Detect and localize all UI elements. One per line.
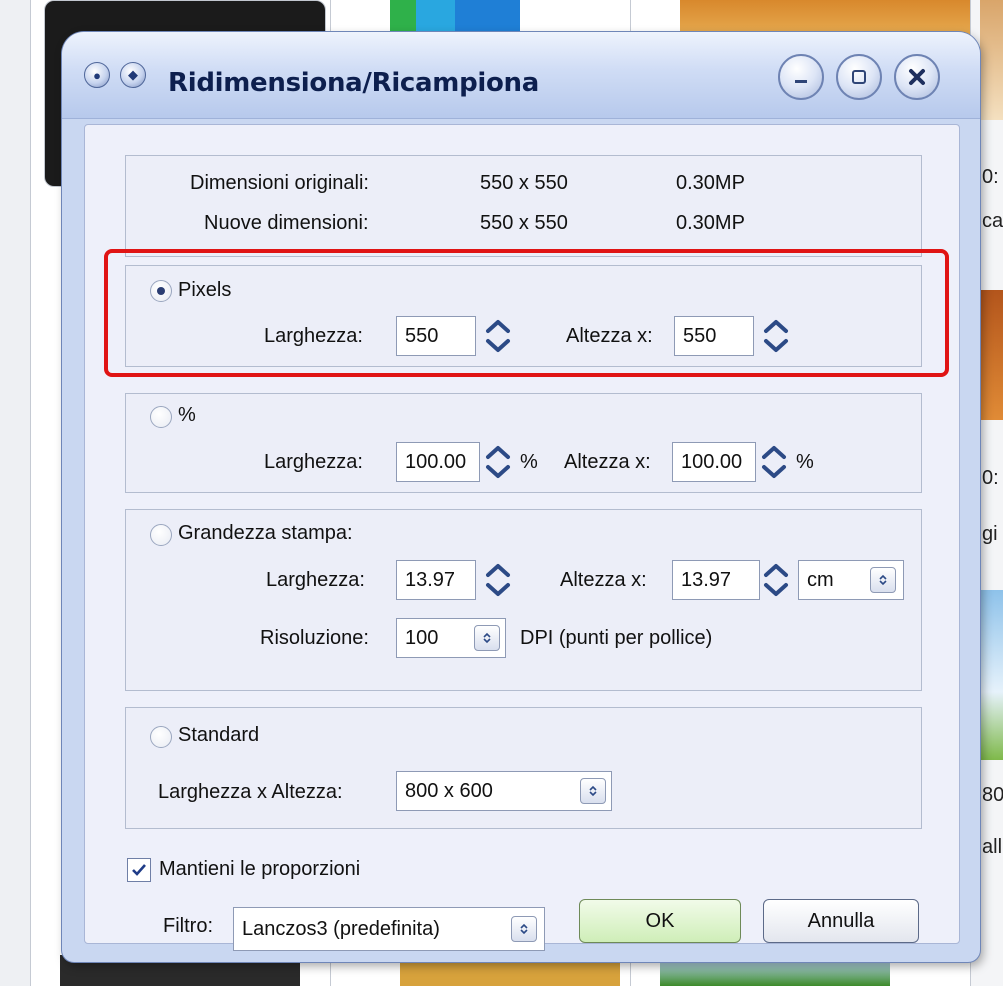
chevron-updown-icon — [520, 923, 528, 935]
filter-select-value: Lanczos3 (predefinita) — [242, 918, 440, 940]
side-text: gi — [982, 523, 998, 545]
filter-label: Filtro: — [163, 915, 213, 937]
percent-height-label: Altezza x: — [564, 451, 651, 473]
info-group: Dimensioni originali: 550 x 550 0.30MP N… — [125, 155, 922, 257]
dialog-client-area: Dimensioni originali: 550 x 550 0.30MP N… — [84, 124, 960, 951]
print-width-spinner[interactable] — [480, 560, 516, 600]
spinner-icon — [764, 564, 788, 596]
side-text: 0: — [982, 467, 999, 489]
close-icon — [909, 69, 925, 85]
side-text: 80 — [982, 784, 1003, 806]
unit-select-value: cm — [807, 569, 834, 591]
spinner-icon — [486, 446, 510, 478]
percent-width-label: Larghezza: — [264, 451, 363, 473]
pixels-highlight-box — [104, 249, 949, 377]
rollup-icon[interactable]: ◆ — [120, 62, 146, 88]
new-dimensions-label: Nuove dimensioni: — [204, 212, 369, 234]
percent-height-spinner[interactable] — [756, 442, 792, 482]
print-size-group: Grandezza stampa: Larghezza: 13.97 Altez… — [125, 509, 922, 691]
checkmark-icon — [132, 864, 146, 876]
side-text: allp — [982, 836, 1003, 858]
spinner-icon — [486, 564, 510, 596]
standard-size-value: 800 x 600 — [405, 780, 493, 802]
resize-dialog: ● ◆ Ridimensiona/Ricampiona Dimensioni o… — [62, 32, 980, 962]
percent-width-spinner[interactable] — [480, 442, 516, 482]
filter-select-arrow[interactable] — [511, 916, 537, 942]
standard-radio-label[interactable]: Standard — [178, 724, 259, 747]
original-mp-value: 0.30MP — [676, 172, 745, 194]
standard-size-label: Larghezza x Altezza: — [158, 781, 343, 803]
unit-select-arrow[interactable] — [870, 567, 896, 593]
side-text: 0: — [982, 166, 999, 188]
window-menu-icon[interactable]: ● — [84, 62, 110, 88]
standard-group: Standard Larghezza x Altezza: 800 x 600 — [125, 707, 922, 829]
minimize-button[interactable] — [778, 54, 824, 100]
resolution-unit: DPI (punti per pollice) — [520, 627, 713, 649]
print-size-radio[interactable] — [150, 524, 172, 546]
chevron-updown-icon — [589, 785, 597, 797]
dialog-title: Ridimensiona/Ricampiona — [168, 68, 540, 98]
thumbnail-image[interactable] — [400, 960, 620, 986]
original-size-value: 550 x 550 — [480, 172, 568, 194]
new-mp-value: 0.30MP — [676, 212, 745, 234]
original-dimensions-label: Dimensioni originali: — [190, 172, 369, 194]
chevron-updown-icon — [483, 632, 491, 644]
print-height-input[interactable]: 13.97 — [672, 560, 760, 600]
ok-button[interactable]: OK — [579, 899, 741, 943]
chevron-updown-icon — [879, 574, 887, 586]
maximize-button[interactable] — [836, 54, 882, 100]
keep-proportions-checkbox[interactable] — [127, 858, 151, 882]
percent-height-input[interactable]: 100.00 — [672, 442, 756, 482]
print-height-label: Altezza x: — [560, 569, 647, 591]
close-button[interactable] — [894, 54, 940, 100]
filter-select[interactable]: Lanczos3 (predefinita) — [233, 907, 545, 951]
standard-size-select-arrow[interactable] — [580, 778, 606, 804]
resolution-value: 100 — [405, 627, 439, 649]
keep-proportions-label[interactable]: Mantieni le proporzioni — [159, 858, 360, 881]
percent-width-unit: % — [520, 451, 538, 473]
print-height-spinner[interactable] — [758, 560, 794, 600]
new-size-value: 550 x 550 — [480, 212, 568, 234]
spinner-icon — [762, 446, 786, 478]
maximize-icon — [852, 70, 866, 84]
percent-radio-label[interactable]: % — [178, 404, 196, 427]
print-width-label: Larghezza: — [266, 569, 365, 591]
resolution-label: Risoluzione: — [260, 627, 369, 649]
minimize-icon — [795, 80, 807, 83]
percent-radio[interactable] — [150, 406, 172, 428]
print-width-input[interactable]: 13.97 — [396, 560, 476, 600]
thumbnail-image[interactable] — [980, 0, 1003, 120]
percent-height-unit: % — [796, 451, 814, 473]
thumbnail-image[interactable] — [660, 960, 890, 986]
side-text: ca — [982, 210, 1003, 232]
resolution-select-arrow[interactable] — [474, 625, 500, 651]
dialog-titlebar[interactable]: ● ◆ Ridimensiona/Ricampiona — [62, 32, 980, 119]
percent-group: % Larghezza: 100.00 % Altezza x: 100.00 … — [125, 393, 922, 493]
cancel-button[interactable]: Annulla — [763, 899, 919, 943]
print-size-radio-label[interactable]: Grandezza stampa: — [178, 522, 353, 545]
percent-width-input[interactable]: 100.00 — [396, 442, 480, 482]
standard-radio[interactable] — [150, 726, 172, 748]
